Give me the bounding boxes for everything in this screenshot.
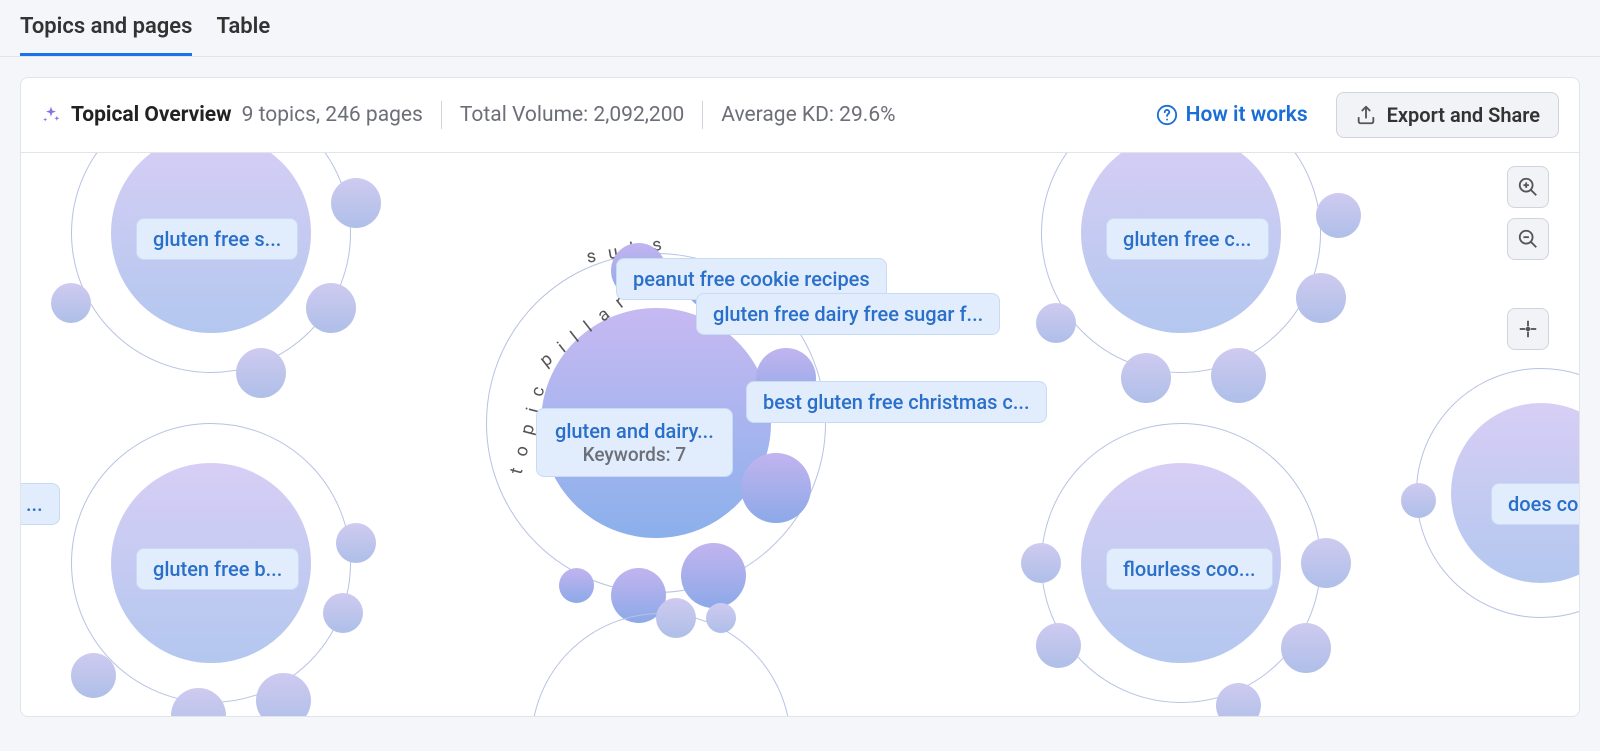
sub-node[interactable]	[1296, 273, 1346, 323]
sub-node[interactable]	[1121, 353, 1171, 403]
sub-node[interactable]	[256, 673, 311, 717]
separator	[702, 101, 703, 129]
sub-label[interactable]: gluten free dairy free sugar f...	[696, 293, 1000, 335]
topic-cluster[interactable]: gluten free s...	[111, 153, 311, 333]
sub-node[interactable]	[306, 283, 356, 333]
topic-cluster[interactable]: gluten free c...	[1081, 153, 1281, 333]
pillar-keywords: Keywords: 7	[555, 443, 714, 466]
sub-node[interactable]	[706, 603, 736, 633]
sub-node[interactable]	[1401, 483, 1436, 518]
topic-label[interactable]: gluten free c...	[1106, 218, 1269, 260]
export-share-button[interactable]: Export and Share	[1336, 92, 1559, 138]
tab-table[interactable]: Table	[216, 14, 270, 56]
topic-label[interactable]: flourless coo...	[1106, 548, 1273, 590]
total-volume: Total Volume: 2,092,200	[460, 103, 684, 127]
sub-label[interactable]: best gluten free christmas c...	[746, 381, 1047, 423]
sub-node[interactable]	[1211, 348, 1266, 403]
topic-label[interactable]: ...	[21, 483, 60, 525]
how-it-works-link[interactable]: How it works	[1156, 103, 1308, 127]
export-share-label: Export and Share	[1387, 103, 1540, 127]
sub-node[interactable]	[1281, 623, 1331, 673]
sub-node[interactable]	[236, 348, 286, 398]
sub-node[interactable]	[1021, 543, 1061, 583]
sub-node[interactable]	[1036, 303, 1076, 343]
pillar-title: gluten and dairy...	[555, 419, 714, 443]
orbit-ring	[1041, 153, 1321, 373]
separator	[441, 101, 442, 129]
topic-visualization[interactable]: gluten free s... gluten free b... ... t …	[21, 153, 1579, 717]
topics-pages-count: 9 topics, 246 pages	[242, 103, 423, 127]
topic-label[interactable]: gluten free s...	[136, 218, 298, 260]
topic-label[interactable]: gluten free b...	[136, 548, 299, 590]
sub-node[interactable]	[331, 178, 381, 228]
sub-node[interactable]	[1301, 538, 1351, 588]
average-kd: Average KD: 29.6%	[721, 103, 895, 127]
panel-header: Topical Overview 9 topics, 246 pages Tot…	[21, 78, 1579, 153]
topical-overview-panel: Topical Overview 9 topics, 246 pages Tot…	[20, 77, 1580, 717]
tabs-bar: Topics and pages Table	[0, 0, 1600, 57]
topic-label[interactable]: does co	[1491, 483, 1579, 525]
sub-node[interactable]	[559, 568, 594, 603]
sub-node[interactable]	[51, 283, 91, 323]
panel-title: Topical Overview	[71, 103, 232, 127]
sub-node[interactable]	[741, 453, 811, 523]
sub-node[interactable]	[71, 653, 116, 698]
how-it-works-label: How it works	[1186, 103, 1308, 127]
sub-node[interactable]	[1036, 623, 1081, 668]
topic-cluster[interactable]: gluten free b...	[111, 463, 311, 663]
sub-node[interactable]	[323, 593, 363, 633]
pillar-label[interactable]: gluten and dairy... Keywords: 7	[536, 408, 733, 477]
sub-node[interactable]	[1216, 683, 1261, 717]
sub-node[interactable]	[656, 598, 696, 638]
sub-node[interactable]	[1316, 193, 1361, 238]
sparkle-icon	[41, 105, 61, 125]
sub-node[interactable]	[336, 523, 376, 563]
sub-node[interactable]	[681, 543, 746, 608]
orbit-ring	[71, 153, 351, 373]
topic-cluster[interactable]: flourless coo...	[1081, 463, 1281, 663]
tab-topics-and-pages[interactable]: Topics and pages	[20, 14, 192, 56]
topic-cluster-active[interactable]: t o p i c p i l l a r s u b s gluten and…	[541, 308, 771, 538]
